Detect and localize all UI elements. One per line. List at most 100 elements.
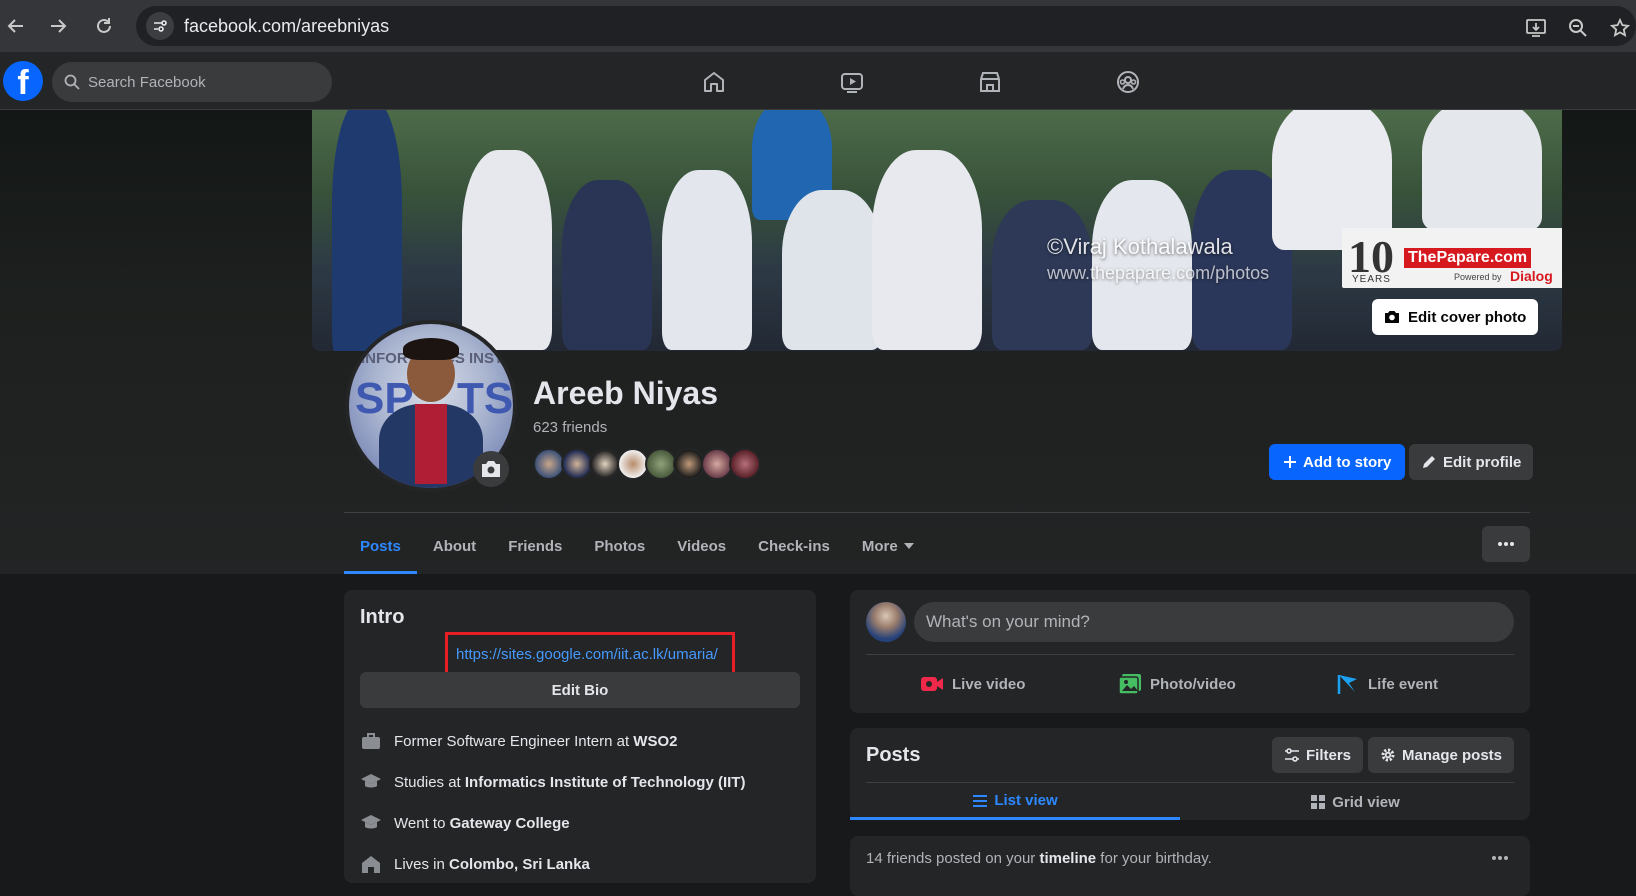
cover-photo[interactable]: ©Viraj Kothalawala www.thepapare.com/pho… [312,110,1562,351]
composer-divider [866,654,1514,655]
reload-icon[interactable] [88,10,120,42]
avatar-hair [403,338,459,360]
intro-school-name[interactable]: Gateway College [450,815,570,832]
intro-item-text: Studies at Informatics Institute of Tech… [394,774,745,791]
home-icon[interactable] [696,64,732,100]
avatar-shirt [415,404,447,484]
intro-location-prefix: Lives in [394,855,450,873]
more-dots-icon [1498,542,1514,546]
composer-avatar[interactable] [866,602,906,642]
watermark-url: www.thepapare.com/photos [1047,263,1270,283]
photo-video-button[interactable]: Photo/video [1118,666,1236,702]
search-icon [64,74,80,90]
tabs-divider [344,512,1530,513]
intro-card: Intro https://sites.google.com/iit.ac.lk… [344,590,816,883]
list-view-label: List view [994,792,1058,809]
filters-button[interactable]: Filters [1272,737,1364,773]
bookmark-star-icon[interactable] [1604,12,1636,44]
groups-icon[interactable] [1110,64,1146,100]
more-dots-icon[interactable] [1486,846,1514,870]
intro-item-text: Former Software Engineer Intern at WSO2 [394,733,677,750]
live-video-button[interactable]: Live video [920,666,1025,702]
video-icon[interactable] [834,64,870,100]
browser-toolbar: facebook.com/areebniyas [0,0,1636,52]
flag-icon [1337,675,1357,694]
add-to-story-button[interactable]: Add to story [1269,444,1406,480]
profile-options-button[interactable] [1482,526,1530,562]
life-event-button[interactable]: Life event [1336,666,1438,702]
tab-posts[interactable]: Posts [344,518,417,574]
back-arrow-icon[interactable] [0,10,32,42]
intro-work-company[interactable]: WSO2 [633,733,677,750]
cover-figure [562,180,652,350]
avatar-background-text: INFOR [361,350,408,367]
friends-count[interactable]: 623 friends [533,419,607,436]
posts-title: Posts [866,744,921,766]
edit-cover-label: Edit cover photo [1408,308,1527,326]
intro-school-prefix: Went to [394,814,450,832]
logo-name: ThePapare.com [1404,248,1532,268]
address-bar[interactable]: facebook.com/areebniyas [136,6,1636,46]
edit-profile-button[interactable]: Edit profile [1409,444,1534,480]
friend-avatars [533,448,761,480]
edit-bio-button[interactable]: Edit Bio [360,672,800,708]
install-app-icon[interactable] [1520,12,1552,44]
grid-view-label: Grid view [1332,793,1400,811]
facebook-top-nav: f [0,52,1636,110]
house-icon [360,853,382,875]
manage-posts-label: Manage posts [1402,746,1503,764]
forward-arrow-icon[interactable] [42,10,74,42]
gear-icon [1381,748,1395,762]
tab-videos[interactable]: Videos [661,518,742,574]
intro-item-studies: Studies at Informatics Institute of Tech… [360,771,745,793]
composer-input[interactable]: What's on your mind? [914,602,1514,642]
intro-studies-school[interactable]: Informatics Institute of Technology (IIT… [465,774,746,791]
birthday-prefix: 14 friends posted on your [866,850,1040,867]
cover-figure [462,150,552,350]
plus-icon [1284,456,1296,468]
tab-list-view[interactable]: List view [850,784,1180,820]
profile-name: Areeb Niyas [533,375,718,411]
tab-photos[interactable]: Photos [578,518,661,574]
facebook-logo[interactable]: f [3,61,43,101]
watermark-credit: ©Viraj Kothalawala [1047,234,1233,259]
address-bar-actions [1520,12,1636,44]
url-text[interactable]: facebook.com/areebniyas [184,16,389,37]
add-story-label: Add to story [1303,453,1392,471]
edit-cover-photo-button[interactable]: Edit cover photo [1372,299,1539,335]
intro-location-city[interactable]: Colombo, Sri Lanka [449,856,590,873]
timeline-link[interactable]: timeline [1039,850,1096,867]
filters-label: Filters [1306,746,1352,764]
photo-video-label: Photo/video [1150,675,1236,693]
bio-link[interactable]: https://sites.google.com/iit.ac.lk/umari… [456,646,718,663]
edit-profile-label: Edit profile [1443,453,1522,471]
update-avatar-camera-icon[interactable] [473,451,509,487]
live-video-icon [921,677,943,691]
intro-item-school: Went to Gateway College [360,812,570,834]
marketplace-icon[interactable] [972,64,1008,100]
graduation-cap-icon [360,812,382,834]
search-box[interactable] [52,62,332,102]
tab-check-ins[interactable]: Check-ins [742,518,846,574]
site-settings-icon[interactable] [146,12,174,40]
camera-icon [1385,311,1399,323]
tab-more-label: More [861,537,898,555]
manage-posts-button[interactable]: Manage posts [1368,737,1515,773]
search-input[interactable] [88,73,308,91]
intro-item-location: Lives in Colombo, Sri Lanka [360,853,590,875]
birthday-timeline-card: 14 friends posted on your timeline for y… [850,836,1530,896]
tab-about[interactable]: About [417,518,492,574]
tab-friends[interactable]: Friends [492,518,578,574]
graduation-cap-icon [360,771,382,793]
cover-watermark: ©Viraj Kothalawala www.thepapare.com/pho… [1047,234,1269,286]
cover-figure [662,170,752,350]
profile-tabs: Posts About Friends Photos Videos Check-… [344,518,930,574]
zoom-icon[interactable] [1562,12,1594,44]
caret-down-icon [903,543,914,549]
tab-grid-view[interactable]: Grid view [1180,784,1530,820]
posts-header-card: Posts Filters Manage posts List view Gri… [850,728,1530,820]
posts-divider [866,782,1514,783]
intro-title: Intro [360,606,405,628]
friend-avatar[interactable] [729,448,761,480]
tab-more[interactable]: More [846,518,930,574]
